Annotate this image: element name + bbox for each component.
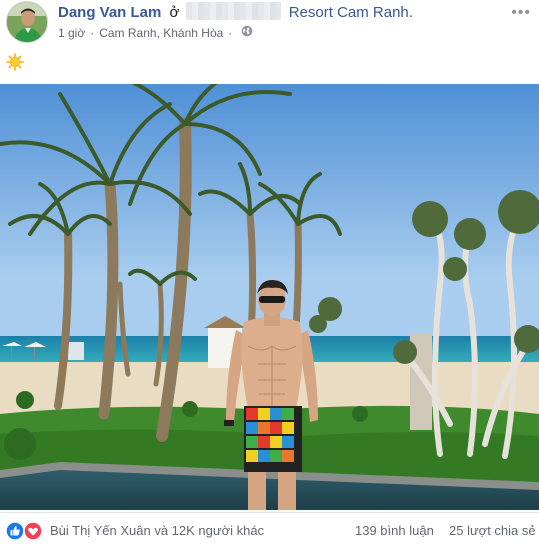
at-word: ở — [169, 4, 180, 21]
globe-icon[interactable] — [241, 25, 253, 40]
reaction-names[interactable]: Bùi Thị Yến Xuân và 12K người khác — [50, 523, 264, 538]
post-time[interactable]: 1 giờ — [58, 26, 85, 40]
shares-count[interactable]: 25 lượt chia sẻ — [449, 523, 536, 538]
author-name[interactable]: Dang Van Lam — [58, 4, 161, 21]
author-line: Dang Van Lam ở Resort Cam Ranh. — [58, 2, 413, 21]
author-avatar[interactable] — [6, 1, 48, 43]
meta-separator: · — [228, 25, 233, 40]
post-photo[interactable] — [0, 84, 539, 510]
reaction-icons[interactable] — [5, 521, 45, 541]
sun-emoji — [6, 53, 24, 71]
post-header: Dang Van Lam ở Resort Cam Ranh. 1 giờ · Ca… — [0, 0, 539, 50]
place-name[interactable]: Resort Cam Ranh. — [289, 4, 413, 21]
post-location[interactable]: Cam Ranh, Khánh Hòa — [99, 26, 223, 40]
post-meta: 1 giờ · Cam Ranh, Khánh Hòa · — [58, 25, 253, 40]
blurred-place-name — [185, 2, 281, 20]
post-footer: Bùi Thị Yến Xuân và 12K người khác 139 b… — [0, 512, 539, 549]
more-options-icon[interactable]: ••• — [511, 4, 531, 22]
meta-separator: · — [90, 25, 95, 40]
comments-count[interactable]: 139 bình luận — [355, 523, 434, 538]
